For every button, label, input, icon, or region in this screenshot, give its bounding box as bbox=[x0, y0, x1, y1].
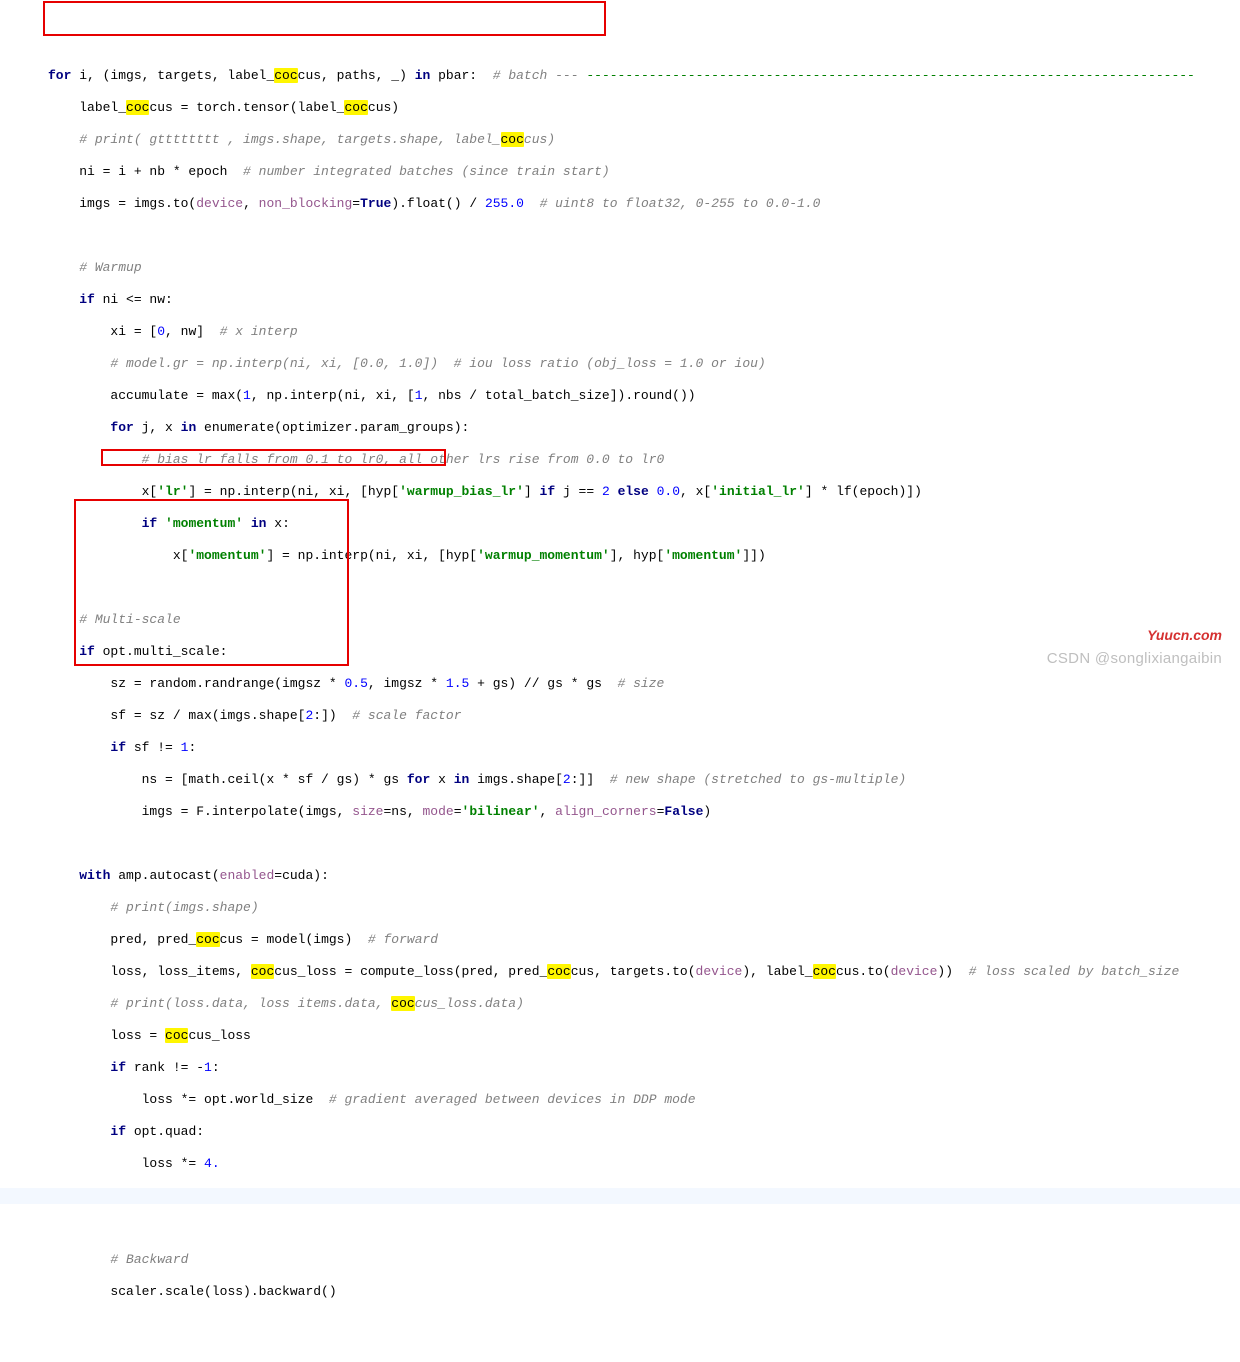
code-line: label_coccus = torch.tensor(label_coccus… bbox=[0, 100, 1240, 116]
code-line: with amp.autocast(enabled=cuda): bbox=[0, 868, 1240, 884]
code-line: imgs = imgs.to(device, non_blocking=True… bbox=[0, 196, 1240, 212]
code-line bbox=[0, 1188, 1240, 1204]
code-line: # print(imgs.shape) bbox=[0, 900, 1240, 916]
code-line: loss, loss_items, coccus_loss = compute_… bbox=[0, 964, 1240, 980]
code-line: # Warmup bbox=[0, 260, 1240, 276]
code-line: if ni <= nw: bbox=[0, 292, 1240, 308]
code-line: loss *= 4. bbox=[0, 1156, 1240, 1172]
code-line: pred, pred_coccus = model(imgs) # forwar… bbox=[0, 932, 1240, 948]
code-line: sf = sz / max(imgs.shape[2:]) # scale fa… bbox=[0, 708, 1240, 724]
code-line: scaler.scale(loss).backward() bbox=[0, 1284, 1240, 1300]
code-line: x['momentum'] = np.interp(ni, xi, [hyp['… bbox=[0, 548, 1240, 564]
code-line: ni = i + nb * epoch # number integrated … bbox=[0, 164, 1240, 180]
code-line: loss = coccus_loss bbox=[0, 1028, 1240, 1044]
highlight-box-top bbox=[43, 1, 606, 36]
code-line: # print(loss.data, loss items.data, cocc… bbox=[0, 996, 1240, 1012]
watermark-yuucn: Yuucn.com bbox=[1147, 627, 1222, 643]
code-line: if sf != 1: bbox=[0, 740, 1240, 756]
code-line: # Backward bbox=[0, 1252, 1240, 1268]
code-line: x['lr'] = np.interp(ni, xi, [hyp['warmup… bbox=[0, 484, 1240, 500]
code-line bbox=[0, 1220, 1240, 1236]
code-line: ns = [math.ceil(x * sf / gs) * gs for x … bbox=[0, 772, 1240, 788]
code-line: sz = random.randrange(imgsz * 0.5, imgsz… bbox=[0, 676, 1240, 692]
code-line: if 'momentum' in x: bbox=[0, 516, 1240, 532]
code-line bbox=[0, 836, 1240, 852]
watermark-csdn: CSDN @songlixiangaibin bbox=[1047, 651, 1222, 667]
code-line: # bias lr falls from 0.1 to lr0, all oth… bbox=[0, 452, 1240, 468]
code-line bbox=[0, 228, 1240, 244]
code-line: # print( gtttttttt , imgs.shape, targets… bbox=[0, 132, 1240, 148]
code-line: xi = [0, nw] # x interp bbox=[0, 324, 1240, 340]
code-line: if rank != -1: bbox=[0, 1060, 1240, 1076]
code-line: # model.gr = np.interp(ni, xi, [0.0, 1.0… bbox=[0, 356, 1240, 372]
code-line: imgs = F.interpolate(imgs, size=ns, mode… bbox=[0, 804, 1240, 820]
code-line: for i, (imgs, targets, label_coccus, pat… bbox=[0, 68, 1240, 84]
code-line: if opt.quad: bbox=[0, 1124, 1240, 1140]
code-line: for j, x in enumerate(optimizer.param_gr… bbox=[0, 420, 1240, 436]
code-line bbox=[0, 580, 1240, 596]
code-line: # Multi-scale bbox=[0, 612, 1240, 628]
code-line: accumulate = max(1, np.interp(ni, xi, [1… bbox=[0, 388, 1240, 404]
code-line: loss *= opt.world_size # gradient averag… bbox=[0, 1092, 1240, 1108]
